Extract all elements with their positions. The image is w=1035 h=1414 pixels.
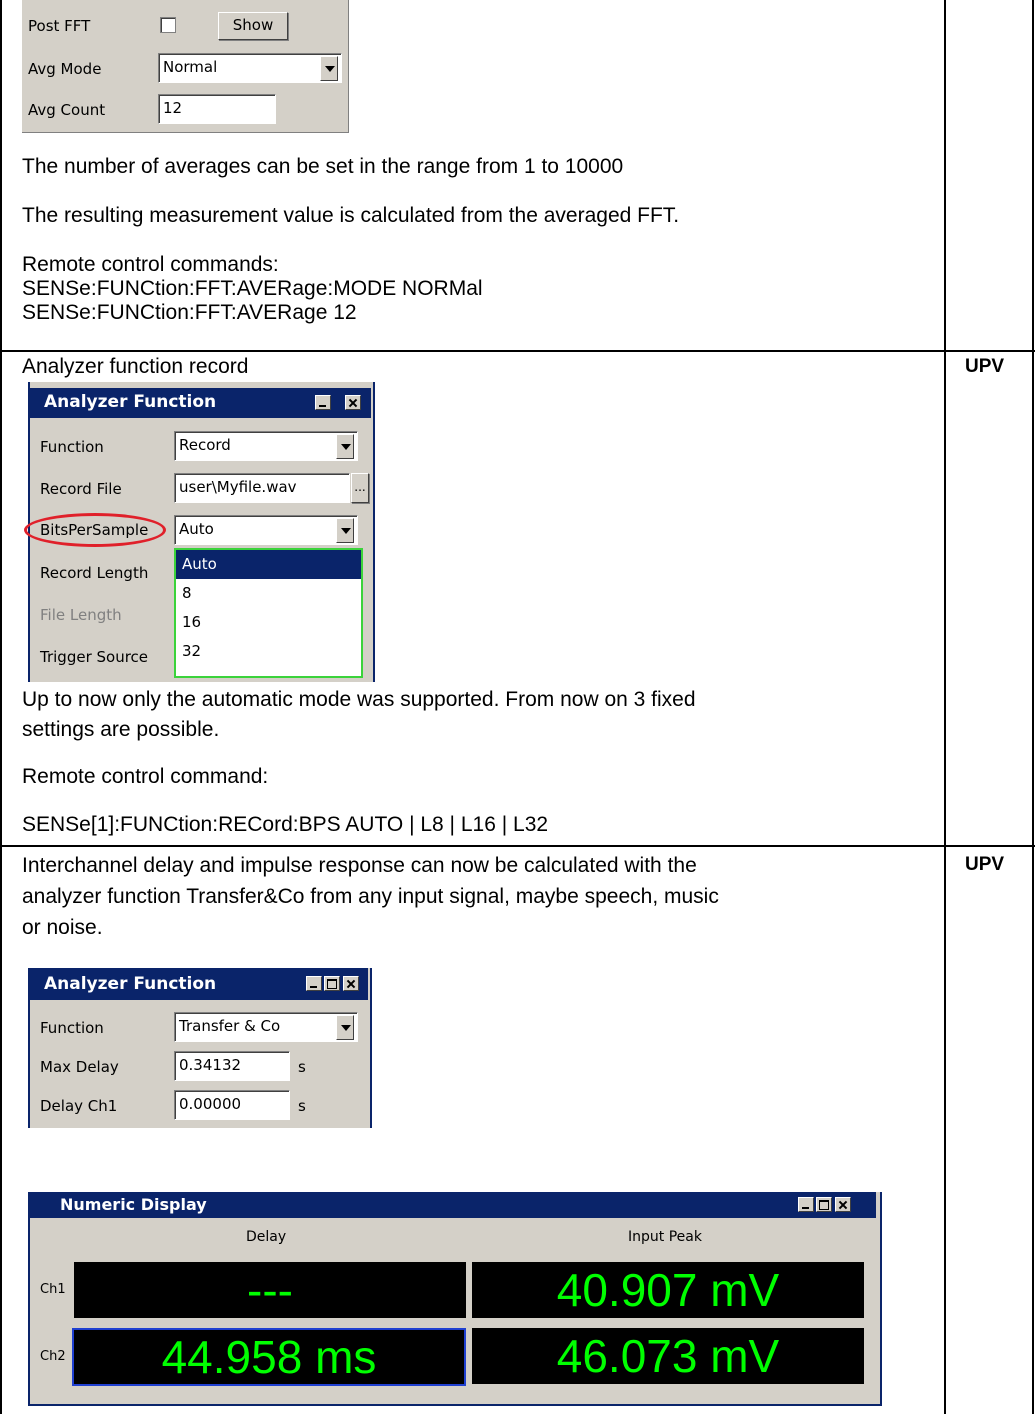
row-divider-2 — [0, 845, 1035, 847]
function-label: Function — [40, 438, 104, 456]
ch2-label: Ch2 — [40, 1349, 66, 1364]
maximize-icon[interactable] — [324, 976, 340, 991]
bits-per-sample-select[interactable]: Auto — [174, 515, 358, 545]
table-border-left — [0, 0, 2, 1414]
post-fft-label: Post FFT — [28, 17, 91, 35]
dropdown-option-auto[interactable]: Auto — [176, 550, 361, 579]
averaged-fft-text: The resulting measurement value is calcu… — [22, 204, 680, 227]
record-heading: Analyzer function record — [22, 355, 249, 378]
dropdown-option-16[interactable]: 16 — [176, 608, 361, 637]
function-dropdown-icon[interactable] — [336, 434, 354, 459]
dropdown-option-8[interactable]: 8 — [176, 579, 361, 608]
maximize-icon[interactable] — [816, 1197, 832, 1212]
bits-per-sample-label: BitsPerSample — [40, 521, 149, 539]
function-select[interactable]: Record — [174, 431, 358, 461]
numeric-display-window: Numeric Display Delay Input Peak Ch1 Ch2… — [28, 1192, 882, 1406]
post-fft-checkbox[interactable] — [160, 17, 176, 33]
delay-ch1-input[interactable]: 0.00000 — [174, 1090, 290, 1120]
delay-ch1-label: Delay Ch1 — [40, 1097, 118, 1115]
ch2-delay-readout[interactable]: 44.958 ms — [72, 1328, 466, 1386]
avg-mode-select[interactable]: Normal — [158, 53, 342, 83]
analyzer-function-window-transfer: Analyzer Function Function Transfer & Co… — [28, 968, 372, 1128]
file-length-label: File Length — [40, 606, 122, 624]
record-remote-command: SENSe[1]:FUNCtion:RECord:BPS AUTO | L8 |… — [22, 813, 549, 836]
averages-range-text: The number of averages can be set in the… — [22, 155, 624, 178]
close-icon[interactable] — [835, 1197, 851, 1212]
input-peak-column-header: Input Peak — [628, 1229, 702, 1245]
remote-command-mode: SENSe:FUNCtion:FFT:AVERage:MODE NORMal — [22, 277, 483, 300]
max-delay-input[interactable]: 0.34132 — [174, 1051, 290, 1081]
numeric-display-title: Numeric Display — [30, 1192, 876, 1218]
remote-commands-heading: Remote control commands: — [22, 253, 279, 276]
max-delay-unit: s — [298, 1058, 306, 1076]
bits-per-sample-dropdown-icon[interactable] — [336, 518, 354, 543]
fft-settings-panel: Post FFT Show Avg Mode Normal Avg Count … — [22, 0, 349, 133]
transfer-para-line1: Interchannel delay and impulse response … — [22, 854, 697, 877]
function-dropdown-icon[interactable] — [336, 1015, 354, 1040]
avg-count-input[interactable]: 12 — [158, 94, 276, 124]
close-icon[interactable] — [343, 976, 359, 991]
upv-tag-record: UPV — [965, 356, 1005, 377]
ch1-delay-readout: --- — [74, 1262, 466, 1318]
minimize-icon[interactable] — [306, 976, 322, 991]
table-column-divider — [944, 0, 946, 1414]
analyzer-function-window-record: Analyzer Function Function Record Record… — [24, 382, 375, 682]
avg-mode-dropdown-icon[interactable] — [320, 56, 338, 81]
bits-per-sample-dropdown-list: Auto 8 16 32 — [174, 548, 363, 678]
ch1-label: Ch1 — [40, 1282, 66, 1297]
close-icon[interactable] — [345, 395, 361, 410]
transfer-para-line2: analyzer function Transfer&Co from any i… — [22, 885, 719, 908]
max-delay-label: Max Delay — [40, 1058, 119, 1076]
trigger-source-label: Trigger Source — [40, 648, 149, 666]
avg-count-label: Avg Count — [28, 101, 106, 119]
remote-command-count: SENSe:FUNCtion:FFT:AVERage 12 — [22, 301, 357, 324]
minimize-icon[interactable] — [315, 395, 331, 410]
record-remote-heading: Remote control command: — [22, 765, 269, 788]
function-label: Function — [40, 1019, 104, 1037]
row-divider-1 — [0, 350, 1035, 352]
document-page: Post FFT Show Avg Mode Normal Avg Count … — [0, 0, 1035, 1414]
browse-button[interactable]: ... — [351, 473, 369, 503]
ch2-input-peak-readout: 46.073 mV — [472, 1328, 864, 1384]
dropdown-option-32[interactable]: 32 — [176, 637, 361, 666]
delay-column-header: Delay — [246, 1229, 287, 1245]
show-button[interactable]: Show — [218, 12, 288, 40]
record-para-line2: settings are possible. — [22, 718, 220, 741]
table-border-right — [1032, 0, 1034, 1414]
record-file-input[interactable]: user\Myfile.wav — [174, 473, 350, 503]
record-length-label: Record Length — [40, 564, 149, 582]
avg-mode-label: Avg Mode — [28, 60, 102, 78]
minimize-icon[interactable] — [798, 1197, 814, 1212]
delay-ch1-unit: s — [298, 1097, 306, 1115]
record-para-line1: Up to now only the automatic mode was su… — [22, 688, 696, 711]
record-file-label: Record File — [40, 480, 122, 498]
transfer-para-line3: or noise. — [22, 916, 103, 939]
upv-tag-transfer: UPV — [965, 854, 1005, 875]
ch1-input-peak-readout: 40.907 mV — [472, 1262, 864, 1318]
function-select[interactable]: Transfer & Co — [174, 1012, 358, 1042]
